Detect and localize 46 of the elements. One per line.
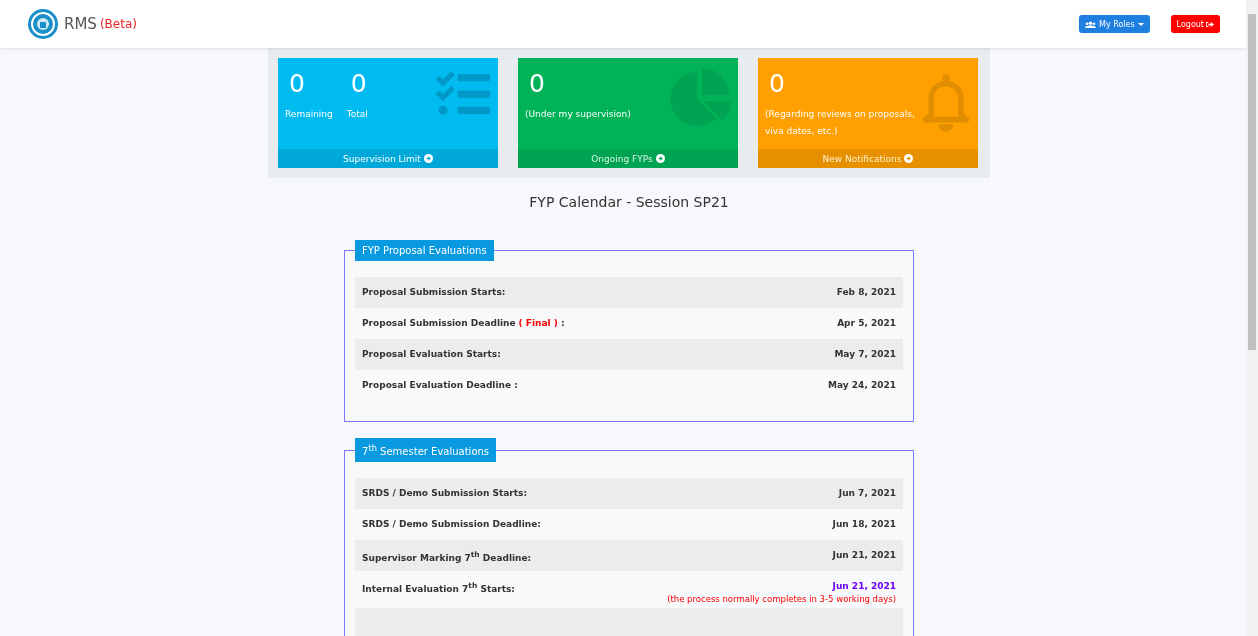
stat-value: 0 xyxy=(769,68,786,100)
card-footer-link[interactable]: Ongoing FYPs xyxy=(518,149,738,168)
scrollbar-thumb[interactable] xyxy=(1248,14,1256,350)
event-date: Jun 21, 2021 xyxy=(832,550,896,561)
users-icon xyxy=(1085,20,1096,28)
stat-value: 0 xyxy=(529,68,546,100)
stat-label: Total xyxy=(346,108,368,121)
event-date: Jun 21, 2021 xyxy=(832,581,896,592)
arrow-circle-icon xyxy=(904,154,914,163)
bell-icon xyxy=(920,72,972,132)
event-date: May 24, 2021 xyxy=(828,380,896,390)
beta-label: (Beta) xyxy=(99,17,137,31)
stat-value: 0 xyxy=(350,68,368,100)
event-label: Proposal Submission Deadline ( Final ) : xyxy=(362,317,565,328)
section-legend: 7$^{th}$ Semester Evaluations xyxy=(355,438,497,463)
event-label: SRDS / Demo Submission Starts: xyxy=(362,487,528,499)
event-date: Jun 7, 2021 xyxy=(838,488,896,499)
stat-label: (Under my supervision) xyxy=(525,108,631,121)
event-date: Feb 8, 2021 xyxy=(836,287,896,297)
event-label: SRDS / Demo Submission Deadline: xyxy=(362,518,541,530)
scrollbar[interactable] xyxy=(1246,0,1258,636)
event-label: Supervisor Marking 7$^{th}$ Deadline: xyxy=(362,549,532,564)
stat-label: Remaining xyxy=(285,108,333,121)
stat-label: (Regarding reviews on proposals, viva dates, etc.) xyxy=(765,108,915,138)
sign-out-icon xyxy=(1206,20,1214,28)
arrow-circle-icon xyxy=(423,154,433,163)
logo-icon xyxy=(27,8,59,40)
event-date: Jun 18, 2021 xyxy=(832,519,896,530)
calendar-title: FYP Calendar - Session SP21 xyxy=(529,194,729,210)
event-label: Proposal Submission Starts: xyxy=(362,286,506,297)
event-label: Proposal Evaluation Starts: xyxy=(362,348,501,359)
event-date: May 7, 2021 xyxy=(834,349,896,359)
section-legend: FYP Proposal Evaluations xyxy=(355,240,494,261)
card-footer-link[interactable]: Supervision Limit xyxy=(278,149,498,168)
caret-icon xyxy=(1137,22,1144,26)
stat-value: 0 xyxy=(289,68,306,100)
logout-button[interactable]: Logout xyxy=(1170,15,1220,33)
checklist-icon xyxy=(434,72,492,116)
event-label: Internal Evaluation 7$^{th}$ Starts: xyxy=(362,580,515,595)
event-label: Proposal Evaluation Deadline : xyxy=(362,379,518,390)
card-footer-link[interactable]: New Notifications xyxy=(758,149,978,168)
event-date: Apr 5, 2021 xyxy=(837,318,896,328)
arrow-circle-icon xyxy=(655,154,665,163)
event-note: (the process normally completes in 3-5 working days) xyxy=(667,594,896,605)
brand-name: RMS xyxy=(64,15,97,33)
my-roles-button[interactable]: My Roles xyxy=(1079,15,1150,33)
